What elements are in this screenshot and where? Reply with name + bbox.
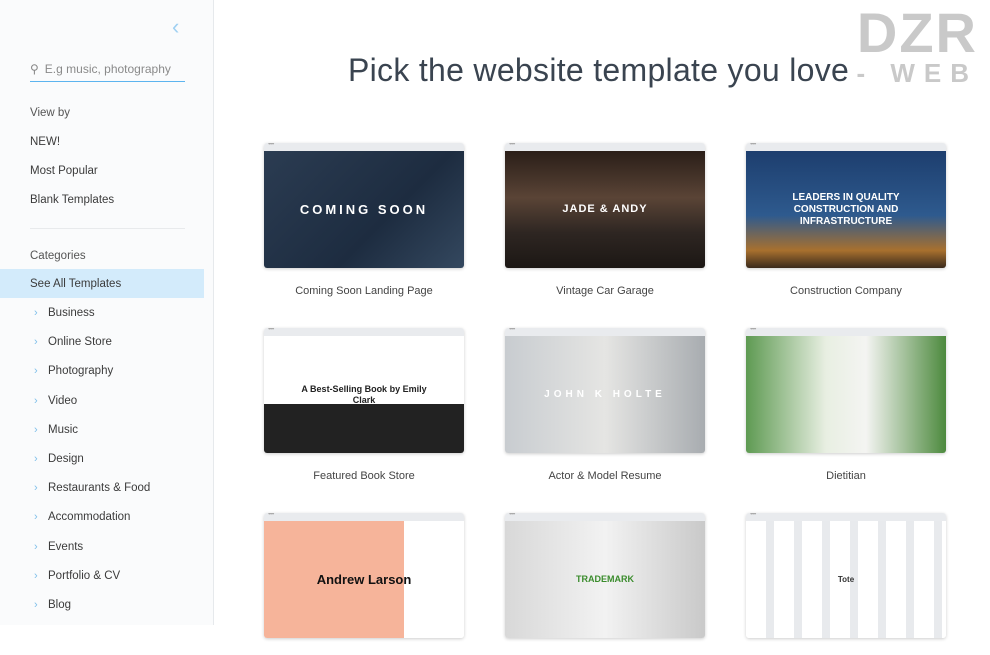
template-name[interactable]: Construction Company	[746, 285, 946, 297]
see-all-label[interactable]: See All Templates	[30, 278, 121, 290]
template-thumbnail[interactable]: JADE & ANDY	[505, 143, 705, 268]
category-label: Events	[48, 540, 84, 553]
template-thumbnail[interactable]: LEADERS IN QUALITY CONSTRUCTION AND INFR…	[746, 143, 946, 268]
template-preview-image: A Best-Selling Book by Emily Clark	[264, 336, 464, 453]
template-name[interactable]: Actor & Model Resume	[505, 470, 705, 482]
chevron-right-icon: ›	[34, 599, 38, 611]
category-label: Restaurants & Food	[48, 482, 151, 495]
category-item[interactable]: › Photography	[34, 365, 113, 377]
template-card[interactable]: Tote	[746, 513, 946, 655]
template-card[interactable]: Andrew Larson	[264, 513, 464, 655]
thumbnail-text: A Best-Selling Book by Emily Clark	[301, 383, 427, 405]
browser-bar	[746, 328, 946, 336]
template-name[interactable]: Featured Book Store	[264, 470, 464, 482]
page-title: Pick the website template you love	[348, 52, 850, 88]
search-icon: ⚲	[30, 61, 39, 76]
view-blank-templates[interactable]: Blank Templates	[30, 194, 114, 206]
category-label: Video	[48, 394, 78, 407]
category-label: Music	[48, 423, 79, 436]
category-item[interactable]: › Design	[34, 453, 84, 465]
browser-bar	[264, 513, 464, 521]
template-thumbnail[interactable]: TRADEMARK	[505, 513, 705, 638]
category-item[interactable]: › Accommodation	[34, 511, 130, 523]
template-thumbnail[interactable]	[746, 328, 946, 453]
chevron-right-icon: ›	[34, 336, 38, 349]
browser-bar	[746, 513, 946, 521]
category-item[interactable]: › Business	[34, 307, 95, 319]
thumbnail-text: JOHN K HOLTE	[544, 388, 666, 400]
template-card[interactable]: Dietitian	[746, 328, 946, 482]
template-preview-image: Tote	[746, 521, 946, 638]
view-new[interactable]: NEW!	[30, 136, 60, 148]
template-card[interactable]: A Best-Selling Book by Emily Clark Featu…	[264, 328, 464, 482]
category-item[interactable]: › Music	[34, 424, 78, 436]
category-item[interactable]: › Online Store	[34, 336, 112, 348]
thumbnail-text: TRADEMARK	[576, 574, 634, 585]
category-label: Design	[48, 453, 84, 465]
template-preview-image: COMING SOON	[264, 151, 464, 268]
template-preview-image	[746, 336, 946, 453]
search-box[interactable]: ⚲	[30, 56, 185, 82]
template-card[interactable]: JOHN K HOLTE Actor & Model Resume	[505, 328, 705, 482]
category-item[interactable]: › Portfolio & CV	[34, 570, 120, 582]
category-item[interactable]: › Video	[34, 395, 77, 407]
template-preview-image: JOHN K HOLTE	[505, 336, 705, 453]
thumbnail-text: JADE & ANDY	[562, 202, 648, 215]
browser-bar	[505, 143, 705, 151]
category-item[interactable]: › Restaurants & Food	[34, 482, 150, 494]
template-card[interactable]: JADE & ANDY Vintage Car Garage	[505, 143, 705, 297]
template-name[interactable]: Vintage Car Garage	[505, 285, 705, 297]
thumbnail-text: Andrew Larson	[316, 571, 412, 587]
browser-bar	[264, 143, 464, 151]
browser-bar	[505, 328, 705, 336]
template-preview-image: LEADERS IN QUALITY CONSTRUCTION AND INFR…	[746, 151, 946, 268]
category-item[interactable]: › Events	[34, 541, 83, 553]
template-card[interactable]: COMING SOON Coming Soon Landing Page	[264, 143, 464, 297]
view-by-heading: View by	[30, 107, 71, 119]
chevron-right-icon: ›	[34, 511, 38, 524]
thumbnail-text: LEADERS IN QUALITY CONSTRUCTION AND INFR…	[792, 191, 900, 227]
template-preview-image: TRADEMARK	[505, 521, 705, 638]
template-thumbnail[interactable]: Andrew Larson	[264, 513, 464, 638]
category-label: Accommodation	[48, 511, 131, 524]
template-card[interactable]: TRADEMARK	[505, 513, 705, 655]
template-preview-image: Andrew Larson	[264, 521, 464, 638]
category-label: Portfolio & CV	[48, 569, 121, 582]
watermark-logo: DZR - WEB	[856, 1, 978, 88]
thumbnail-text: COMING SOON	[299, 201, 429, 217]
categories-heading: Categories	[30, 250, 86, 262]
category-item[interactable]: › Blog	[34, 599, 71, 611]
divider	[30, 228, 185, 229]
chevron-right-icon: ›	[34, 394, 38, 407]
template-preview-image: JADE & ANDY	[505, 151, 705, 268]
browser-bar	[746, 143, 946, 151]
chevron-right-icon: ›	[34, 482, 38, 495]
thumbnail-text: Tote	[837, 574, 855, 584]
chevron-right-icon: ›	[34, 569, 38, 582]
collapse-sidebar-icon[interactable]: ‹	[172, 14, 179, 40]
chevron-right-icon: ›	[34, 423, 38, 436]
chevron-right-icon: ›	[34, 540, 38, 553]
browser-bar	[264, 328, 464, 336]
template-thumbnail[interactable]: Tote	[746, 513, 946, 638]
chevron-right-icon: ›	[34, 307, 38, 319]
template-thumbnail[interactable]: A Best-Selling Book by Emily Clark	[264, 328, 464, 453]
template-thumbnail[interactable]: JOHN K HOLTE	[505, 328, 705, 453]
chevron-right-icon: ›	[34, 365, 38, 378]
template-name[interactable]: Dietitian	[746, 470, 946, 482]
search-input[interactable]	[44, 61, 180, 76]
category-label: Photography	[48, 365, 114, 378]
template-name[interactable]: Coming Soon Landing Page	[264, 285, 464, 297]
template-thumbnail[interactable]: COMING SOON	[264, 143, 464, 268]
category-label: Blog	[48, 599, 72, 611]
view-most-popular[interactable]: Most Popular	[30, 165, 98, 177]
browser-bar	[505, 513, 705, 521]
chevron-right-icon: ›	[34, 453, 38, 465]
template-card[interactable]: LEADERS IN QUALITY CONSTRUCTION AND INFR…	[746, 143, 946, 297]
sidebar: ‹ ⚲ View by NEW! Most Popular Blank Temp…	[0, 0, 214, 625]
category-label: Online Store	[48, 336, 112, 349]
category-label: Business	[48, 307, 95, 319]
